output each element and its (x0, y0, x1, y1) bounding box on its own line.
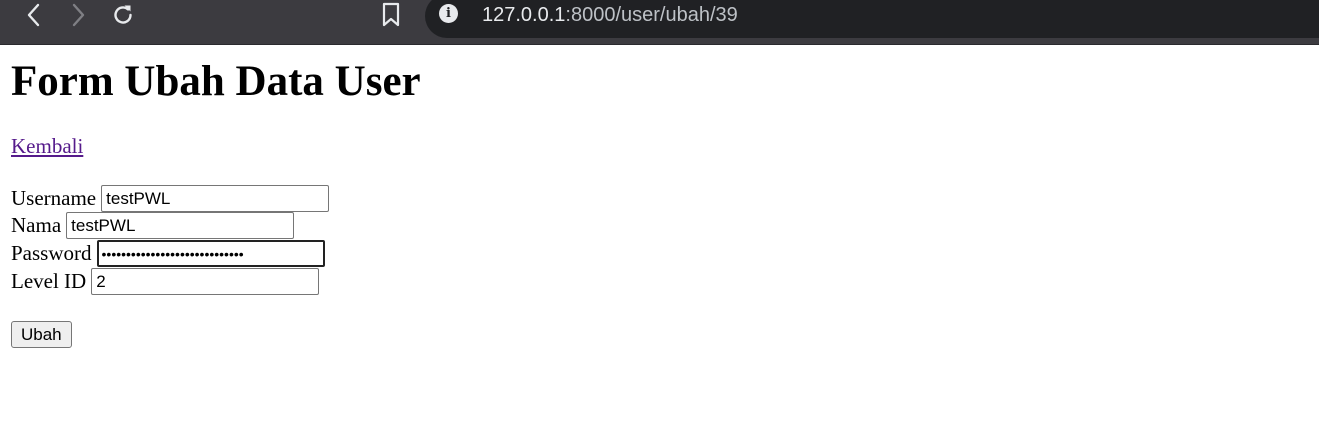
password-label: Password (11, 241, 92, 265)
back-arrow-icon (26, 3, 42, 27)
url-host: 127.0.0.1 (482, 4, 566, 26)
username-input[interactable] (101, 184, 330, 212)
reload-button[interactable] (109, 0, 137, 30)
forward-button[interactable] (64, 0, 92, 30)
level-label: Level ID (11, 269, 87, 293)
level-row: Level ID (11, 267, 320, 295)
reload-icon (110, 2, 136, 28)
back-link[interactable]: Kembali (11, 134, 83, 158)
bookmark-icon (381, 2, 401, 28)
nama-input[interactable] (66, 211, 295, 239)
info-icon[interactable]: i (439, 4, 458, 23)
forward-arrow-icon (70, 3, 86, 27)
back-button[interactable] (20, 0, 48, 30)
submit-button[interactable]: Ubah (11, 321, 72, 348)
level-input[interactable] (91, 267, 320, 295)
address-bar[interactable]: i 127.0.0.1:8000/user/ubah/39 (425, 0, 1319, 38)
browser-toolbar: i 127.0.0.1:8000/user/ubah/39 (0, 0, 1319, 45)
url-path: :8000/user/ubah/39 (565, 4, 738, 26)
password-input[interactable] (96, 239, 325, 267)
bookmark-button[interactable] (377, 0, 405, 30)
username-row: Username (11, 184, 330, 212)
url-text[interactable]: 127.0.0.1:8000/user/ubah/39 (482, 4, 738, 26)
username-label: Username (11, 186, 97, 210)
nama-label: Nama (11, 213, 62, 237)
page-title: Form Ubah Data User (11, 58, 421, 105)
nama-row: Nama (11, 211, 295, 239)
password-row: Password (11, 239, 325, 267)
